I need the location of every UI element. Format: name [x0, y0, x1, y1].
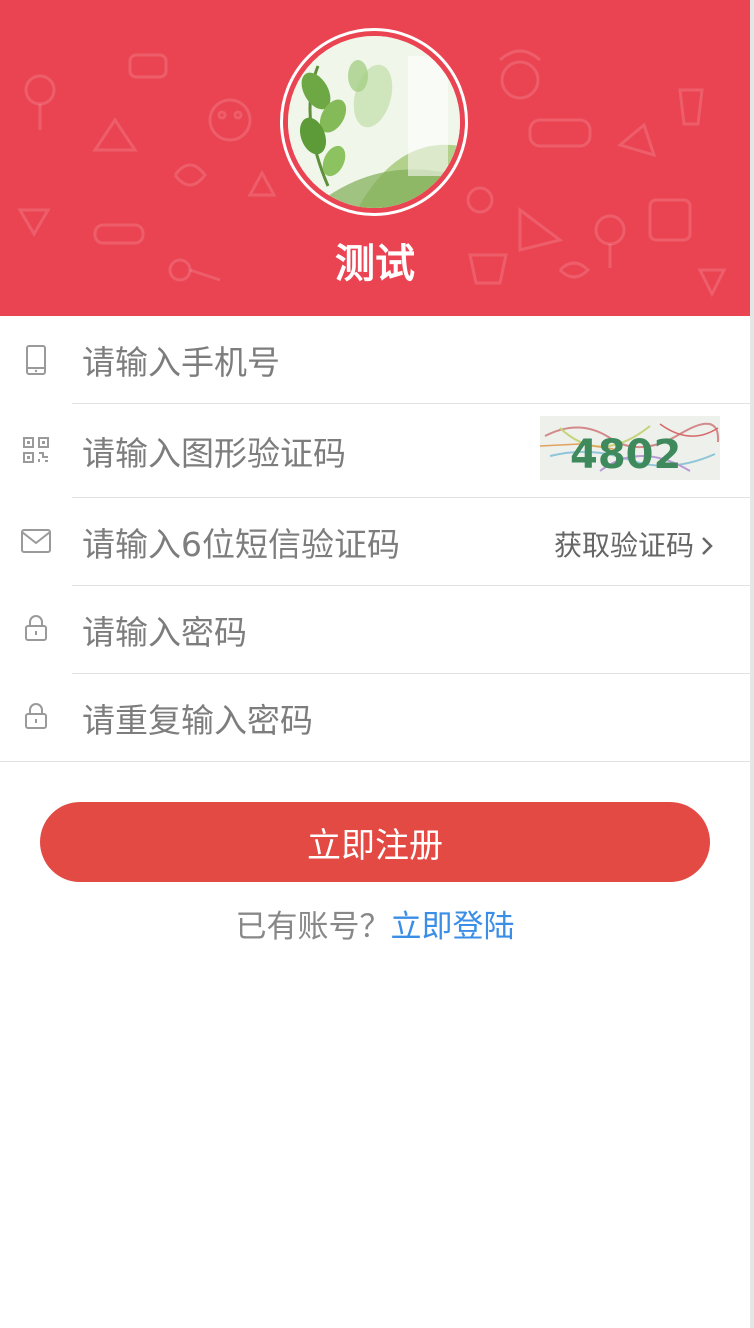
password-input[interactable] [82, 607, 522, 657]
avatar-leaf-illustration [288, 36, 460, 208]
captcha-code: 4802 [570, 432, 681, 478]
mail-icon [20, 525, 52, 557]
lock-icon [20, 700, 52, 732]
divider [0, 761, 750, 762]
sms-row: 获取验证码 [0, 498, 750, 586]
qrcode-icon [20, 434, 52, 466]
profile-header: 测试 [0, 0, 750, 316]
phone-input[interactable] [82, 337, 522, 387]
avatar-ring [280, 28, 468, 216]
password-repeat-row [0, 674, 750, 762]
login-link[interactable]: 立即登陆 [391, 909, 515, 945]
login-prompt: 已有账号？立即登陆 [0, 902, 750, 952]
chevron-right-icon [702, 537, 713, 555]
register-form: 4802 获取验证码 [0, 316, 750, 762]
password-repeat-input[interactable] [82, 695, 522, 745]
phone-row [0, 316, 750, 404]
captcha-row: 4802 [0, 404, 750, 498]
page-edge [750, 0, 754, 1328]
captcha-input[interactable] [82, 428, 522, 478]
avatar[interactable] [288, 36, 460, 208]
login-prompt-text: 已有账号？ [235, 909, 391, 945]
get-sms-code-button[interactable]: 获取验证码 [554, 526, 694, 566]
register-button[interactable]: 立即注册 [40, 802, 710, 882]
page-title: 测试 [335, 241, 415, 287]
sms-code-input[interactable] [82, 519, 522, 569]
captcha-image[interactable]: 4802 [539, 416, 720, 480]
lock-icon [20, 612, 52, 644]
password-row [0, 586, 750, 674]
phone-icon [20, 344, 52, 376]
